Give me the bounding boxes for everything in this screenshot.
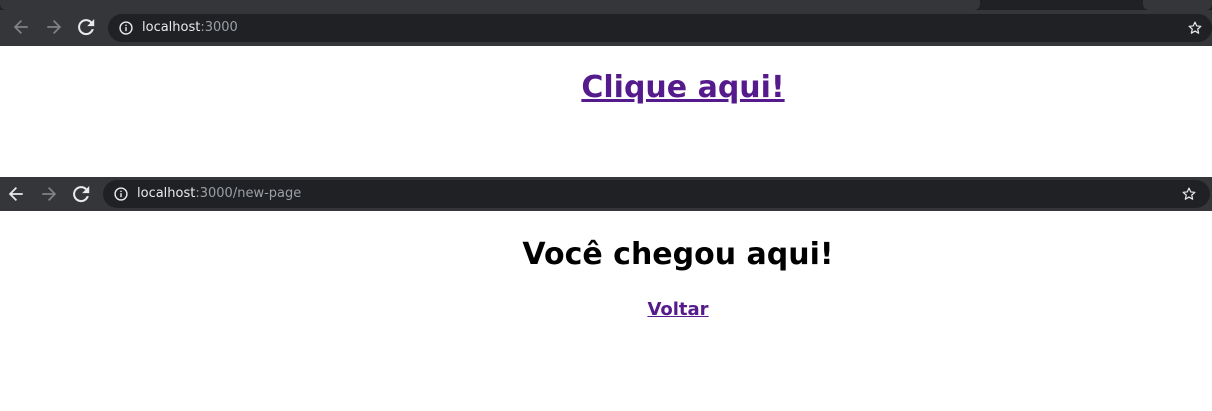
- browser-toolbar: localhost:3000/new-page: [0, 177, 1212, 211]
- page-title-text: Você chegou aqui!: [522, 237, 834, 272]
- address-bar[interactable]: localhost:3000: [108, 14, 1212, 42]
- url-host: localhost: [137, 186, 196, 201]
- back-button[interactable]: [9, 15, 33, 39]
- address-bar[interactable]: localhost:3000/new-page: [103, 180, 1210, 208]
- back-link[interactable]: Voltar: [0, 299, 1212, 320]
- back-arrow-icon: [8, 187, 23, 201]
- click-here-link[interactable]: Clique aqui!: [0, 70, 1212, 105]
- browser-tab[interactable]: [1143, 0, 1212, 10]
- url-port: :3000: [200, 20, 238, 35]
- forward-button[interactable]: [37, 182, 61, 206]
- click-here-link-text[interactable]: Clique aqui!: [581, 70, 784, 105]
- tab-strip: [0, 0, 1212, 10]
- forward-arrow-icon: [42, 187, 57, 201]
- star-icon[interactable]: [1187, 20, 1203, 36]
- back-link-text[interactable]: Voltar: [647, 299, 708, 320]
- info-icon[interactable]: [119, 21, 133, 35]
- back-arrow-icon: [13, 20, 28, 34]
- url-host: localhost: [142, 20, 201, 35]
- address-bar-url[interactable]: localhost:3000/new-page: [137, 180, 301, 208]
- star-icon[interactable]: [1181, 186, 1197, 202]
- forward-button[interactable]: [42, 15, 66, 39]
- browser-toolbar: localhost:3000: [0, 10, 1212, 46]
- browser-tab[interactable]: [0, 0, 980, 10]
- forward-arrow-icon: [47, 20, 62, 34]
- reload-icon: [78, 19, 95, 36]
- reload-button[interactable]: [69, 182, 93, 206]
- page-title: Você chegou aqui!: [0, 237, 1212, 272]
- back-button[interactable]: [4, 182, 28, 206]
- address-bar-url[interactable]: localhost:3000: [142, 14, 238, 42]
- reload-button[interactable]: [74, 15, 98, 39]
- url-path: :3000/new-page: [195, 186, 302, 201]
- info-icon[interactable]: [114, 187, 128, 201]
- reload-icon: [73, 186, 90, 203]
